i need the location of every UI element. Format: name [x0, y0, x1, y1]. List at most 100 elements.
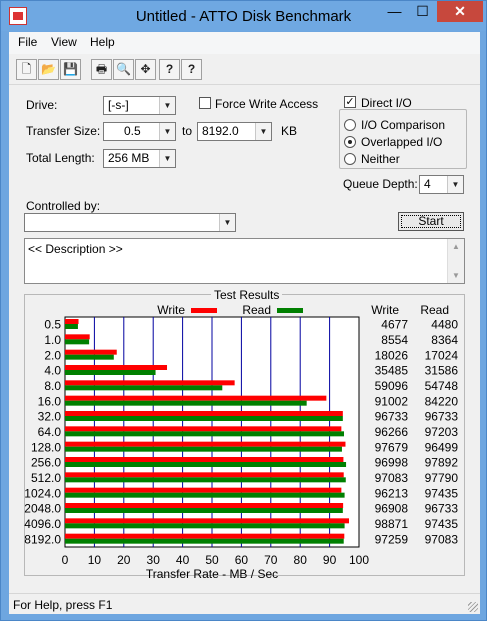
x-tick-label: 60: [235, 553, 249, 567]
write-value: 8554: [381, 333, 408, 347]
category-label: 1.0: [44, 333, 61, 347]
read-bar: [65, 385, 223, 391]
write-bar: [65, 487, 342, 493]
resize-grip[interactable]: [468, 602, 478, 612]
x-tick-label: 50: [205, 553, 219, 567]
read-bar: [65, 492, 345, 498]
write-bar: [65, 503, 344, 508]
x-axis-label: Transfer Rate - MB / Sec: [146, 567, 278, 581]
legend-write-swatch: [191, 308, 217, 313]
read-value: 97435: [425, 517, 459, 531]
read-bar: [65, 523, 345, 529]
read-bar: [65, 462, 347, 467]
x-tick-label: 40: [176, 553, 190, 567]
x-tick-label: 0: [62, 553, 69, 567]
category-label: 2.0: [44, 348, 61, 362]
write-bar: [65, 365, 168, 370]
write-bar: [65, 457, 344, 462]
read-value: 96499: [425, 440, 459, 454]
write-value: 96998: [375, 456, 409, 470]
category-label: 0.5: [44, 318, 61, 332]
legend-write-label: Write: [157, 303, 185, 317]
write-bar: [65, 395, 327, 401]
category-label: 2048.0: [24, 502, 61, 516]
write-bar: [65, 426, 342, 432]
write-bar: [65, 380, 235, 386]
write-value: 96266: [375, 425, 409, 439]
read-bar: [65, 508, 343, 513]
read-bar: [65, 339, 90, 345]
category-label: 1024.0: [24, 486, 61, 500]
write-bar: [65, 349, 117, 355]
read-value: 97892: [425, 456, 459, 470]
write-value: 96908: [375, 502, 409, 516]
read-value: 97083: [425, 532, 459, 546]
write-value: 97679: [375, 440, 409, 454]
legend-read-swatch: [277, 308, 303, 313]
read-bar: [65, 538, 344, 544]
write-value: 18026: [375, 348, 409, 362]
write-value: 59096: [375, 379, 409, 393]
write-value: 91002: [375, 394, 409, 408]
category-label: 128.0: [31, 440, 61, 454]
read-bar: [65, 370, 156, 375]
write-bar: [65, 334, 90, 340]
read-value: 96733: [425, 410, 459, 424]
category-label: 16.0: [38, 394, 62, 408]
write-value: 4677: [381, 318, 408, 332]
read-bar: [65, 431, 345, 437]
write-value: 98871: [375, 517, 409, 531]
x-tick-label: 10: [88, 553, 102, 567]
write-value: 35485: [375, 364, 409, 378]
x-tick-label: 70: [264, 553, 278, 567]
write-value: 97083: [375, 471, 409, 485]
category-label: 32.0: [38, 410, 62, 424]
client-area: File View Help 🗋 📂 💾 🖶 🔍 ✥ ? ? Drive: [-…: [9, 32, 480, 614]
write-bar: [65, 441, 346, 447]
x-tick-label: 100: [349, 553, 369, 567]
maximize-button[interactable]: ☐: [409, 1, 436, 22]
read-value: 4480: [431, 318, 458, 332]
status-text: For Help, press F1: [13, 598, 113, 612]
category-label: 4.0: [44, 364, 61, 378]
read-bar: [65, 416, 343, 421]
read-value: 97790: [425, 471, 459, 485]
read-value: 97203: [425, 425, 459, 439]
x-tick-label: 80: [294, 553, 308, 567]
benchmark-chart: 0 10 20 30 40 50 60 70 80 90 100 Transfer Rate - MB…: [24, 303, 459, 581]
read-bar: [65, 446, 342, 452]
close-button[interactable]: ✕: [437, 1, 483, 22]
category-label: 64.0: [38, 425, 62, 439]
read-bar: [65, 354, 114, 360]
category-label: 512.0: [31, 471, 61, 485]
category-label: 4096.0: [24, 517, 61, 531]
category-label: 8192.0: [24, 532, 61, 546]
read-value: 31586: [425, 364, 459, 378]
write-bar: [65, 319, 79, 324]
legend-read-label: Read: [242, 303, 271, 317]
write-value: 96733: [375, 410, 409, 424]
read-bar: [65, 324, 78, 329]
category-label: 8.0: [44, 379, 61, 393]
write-bar: [65, 518, 350, 524]
app-window: Untitled - ATTO Disk Benchmark — ☐ ✕ Fil…: [0, 0, 487, 621]
read-value: 54748: [425, 379, 459, 393]
write-bar: [65, 411, 343, 416]
write-value: 97259: [375, 532, 409, 546]
read-bar: [65, 400, 307, 406]
category-label: 256.0: [31, 456, 61, 470]
x-tick-label: 30: [147, 553, 161, 567]
read-value: 17024: [425, 348, 459, 362]
write-bar: [65, 533, 345, 539]
minimize-button[interactable]: —: [381, 1, 408, 22]
write-bar: [65, 472, 344, 478]
read-value: 96733: [425, 502, 459, 516]
read-value: 8364: [431, 333, 458, 347]
title-bar[interactable]: Untitled - ATTO Disk Benchmark — ☐ ✕: [1, 1, 486, 31]
status-bar: For Help, press F1: [9, 593, 480, 614]
read-column-header: Read: [420, 303, 449, 317]
read-bar: [65, 477, 346, 483]
read-value: 97435: [425, 486, 459, 500]
write-column-header: Write: [371, 303, 399, 317]
read-value: 84220: [425, 394, 459, 408]
